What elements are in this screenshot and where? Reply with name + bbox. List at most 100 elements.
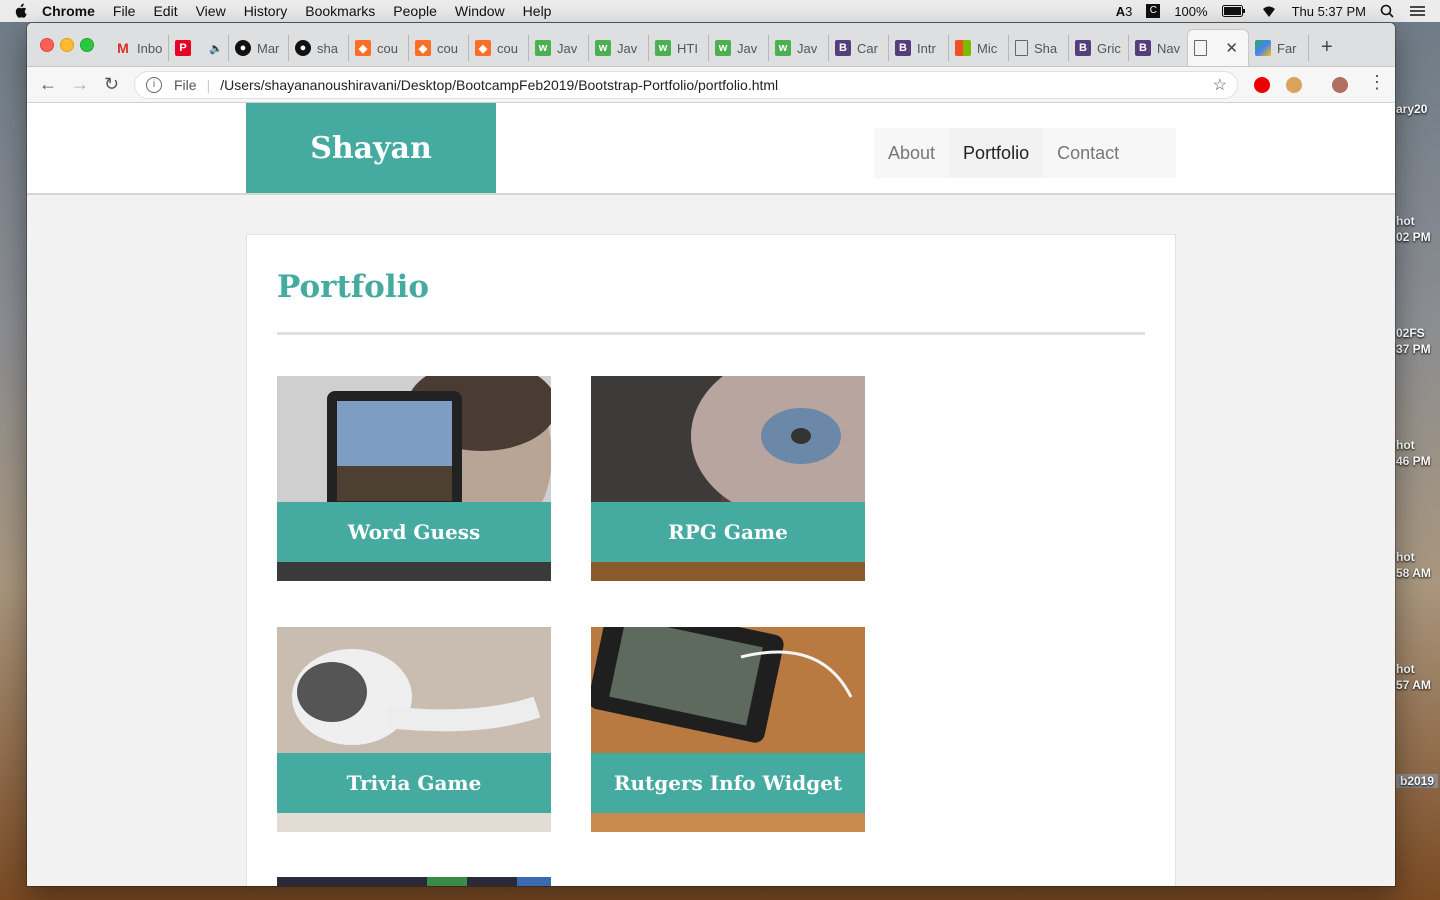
menu-edit[interactable]: Edit [153, 3, 177, 19]
tab[interactable]: P 🔈 [169, 35, 229, 61]
back-arrow-icon[interactable]: ← [39, 74, 57, 95]
tab[interactable]: Far [1249, 35, 1309, 61]
tab[interactable]: w Jav [529, 35, 589, 61]
tab-title: Sha [1034, 40, 1058, 56]
wifi-icon[interactable] [1260, 4, 1278, 18]
project-tile-word-guess[interactable]: Word Guess [277, 376, 551, 581]
tab[interactable]: ◆ cou [409, 35, 469, 61]
tab[interactable]: ◆ cou [349, 35, 409, 61]
reload-icon[interactable]: ↻ [104, 74, 119, 95]
adobe-icon[interactable]: A3 [1116, 4, 1133, 19]
project-title[interactable]: Trivia Game [277, 753, 551, 813]
portfolio-card: Portfolio Word Guess RPG Game Trivia Gam… [246, 234, 1176, 886]
tab-title: Intr [917, 40, 936, 56]
menu-history[interactable]: History [244, 3, 288, 19]
clock[interactable]: Thu 5:37 PM [1292, 4, 1366, 19]
tab[interactable]: B Car [829, 35, 889, 61]
desktop-label[interactable]: hot [1396, 662, 1415, 676]
desktop-label[interactable]: hot [1396, 550, 1415, 564]
menu-window[interactable]: Window [455, 3, 505, 19]
tab-title: Far [1277, 40, 1297, 56]
profile-avatar[interactable] [1332, 77, 1348, 93]
menu-bookmarks[interactable]: Bookmarks [305, 3, 375, 19]
desktop-label[interactable]: 02FS [1396, 326, 1425, 340]
brand-logo[interactable]: Shayan [246, 103, 496, 193]
desktop-label[interactable]: 02 PM [1396, 230, 1431, 244]
tab[interactable]: ● Mar [229, 35, 289, 61]
tab[interactable]: w Jav [769, 35, 829, 61]
bookmark-star-icon[interactable]: ☆ [1213, 75, 1227, 95]
menu-people[interactable]: People [393, 3, 437, 19]
desktop-label[interactable]: b2019 [1396, 774, 1439, 788]
microsoft-icon [955, 40, 971, 56]
url-text[interactable]: /Users/shayananoushiravani/Desktop/Bootc… [220, 77, 778, 93]
zoom-window-button[interactable] [80, 38, 94, 52]
forward-arrow-icon[interactable]: → [71, 74, 89, 95]
browser-window: M Inbo P 🔈 ● Mar ● sha ◆ cou ◆ cou ◆ cou… [27, 23, 1395, 886]
project-title[interactable]: Rutgers Info Widget [591, 753, 865, 813]
tab[interactable]: M Inbo [109, 35, 169, 61]
tab-active[interactable]: ✕ [1187, 29, 1249, 66]
close-window-button[interactable] [40, 38, 54, 52]
nav-contact[interactable]: Contact [1043, 128, 1133, 178]
bootstrap-icon: B [1135, 40, 1151, 56]
desktop-label[interactable]: 37 PM [1396, 342, 1431, 356]
new-tab-button[interactable]: + [1321, 36, 1333, 59]
project-title[interactable]: RPG Game [591, 502, 865, 562]
apple-icon[interactable] [12, 3, 28, 19]
menu-file[interactable]: File [113, 3, 136, 19]
github-icon: ● [295, 40, 311, 56]
tab[interactable]: Sha [1009, 35, 1069, 61]
tab-title: sha [317, 40, 338, 56]
nav-about[interactable]: About [874, 128, 949, 178]
info-icon[interactable]: i [146, 77, 162, 93]
desktop-label[interactable]: ary20 [1396, 102, 1427, 116]
desktop-label[interactable]: 46 PM [1396, 454, 1431, 468]
tab-title: Mar [257, 40, 280, 56]
menu-help[interactable]: Help [523, 3, 552, 19]
menu-view[interactable]: View [196, 3, 226, 19]
page-title: Portfolio [277, 269, 430, 305]
desktop-label[interactable]: hot [1396, 214, 1415, 228]
project-title[interactable]: Word Guess [277, 502, 551, 562]
project-tile-trivia-game[interactable]: Trivia Game [277, 627, 551, 832]
cookie-extension-icon[interactable] [1286, 77, 1302, 93]
desktop-label[interactable]: 58 AM [1396, 566, 1431, 580]
list-icon[interactable] [1408, 4, 1426, 18]
tab[interactable]: ◆ cou [469, 35, 529, 61]
close-tab-icon[interactable]: ✕ [1225, 39, 1238, 57]
desktop-label[interactable]: hot [1396, 438, 1415, 452]
adobe-count: 3 [1125, 3, 1133, 19]
opera-extension-icon[interactable] [1254, 77, 1270, 93]
project-tile-partial[interactable] [277, 877, 551, 886]
address-bar[interactable]: i File | /Users/shayananoushiravani/Desk… [134, 71, 1238, 99]
bootstrap-icon: B [835, 40, 851, 56]
project-tile-rpg-game[interactable]: RPG Game [591, 376, 865, 581]
battery-icon[interactable] [1221, 5, 1246, 17]
status-area: A3 C 100% Thu 5:37 PM [1116, 0, 1426, 22]
desktop-label[interactable]: 57 AM [1396, 678, 1431, 692]
tab-title: Gric [1097, 40, 1121, 56]
tab[interactable]: w Jav [709, 35, 769, 61]
nav-portfolio[interactable]: Portfolio [949, 128, 1044, 178]
tab[interactable]: w HTI [649, 35, 709, 61]
battery-percent[interactable]: 100% [1174, 4, 1207, 19]
menu-kebab-icon[interactable]: ⋮ [1368, 72, 1386, 93]
tab[interactable]: B Gric [1069, 35, 1129, 61]
tab[interactable]: B Intr [889, 35, 949, 61]
tab[interactable]: B Nav [1129, 35, 1189, 61]
menu-app-chrome[interactable]: Chrome [42, 3, 95, 19]
tab[interactable]: ● sha [289, 35, 349, 61]
pinterest-icon: P [175, 40, 191, 56]
search-icon[interactable] [1380, 4, 1394, 18]
tab[interactable]: w Jav [589, 35, 649, 61]
divider [277, 332, 1145, 335]
maps-icon [1255, 40, 1271, 56]
speaker-icon: 🔈 [209, 42, 223, 55]
codelf-icon[interactable]: C [1146, 4, 1161, 18]
bootstrap-icon: B [1075, 40, 1091, 56]
minimize-window-button[interactable] [60, 38, 74, 52]
tab[interactable]: Mic [949, 35, 1009, 61]
gitlab-icon: ◆ [415, 40, 431, 56]
project-tile-rutgers-info-widget[interactable]: Rutgers Info Widget [591, 627, 865, 832]
